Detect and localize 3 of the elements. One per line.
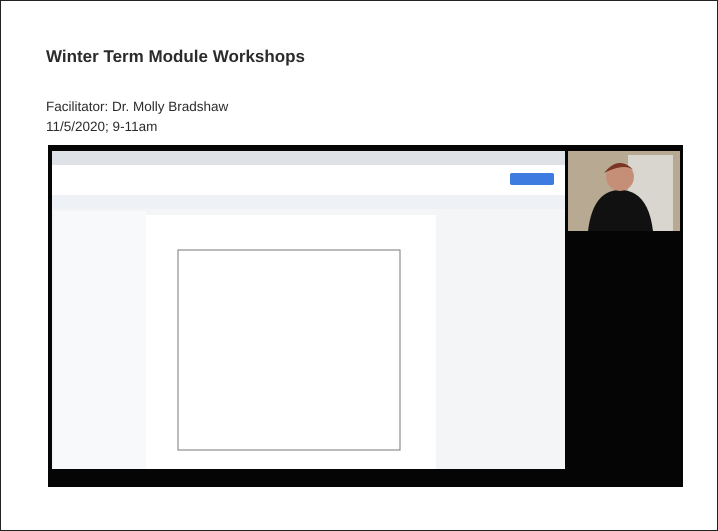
page-title: Winter Term Module Workshops (46, 47, 306, 67)
detail-text: Facilitator: Dr. Molly Bradshaw (46, 98, 230, 116)
detail-text: 11/5/2020; 9-11am (46, 118, 158, 136)
